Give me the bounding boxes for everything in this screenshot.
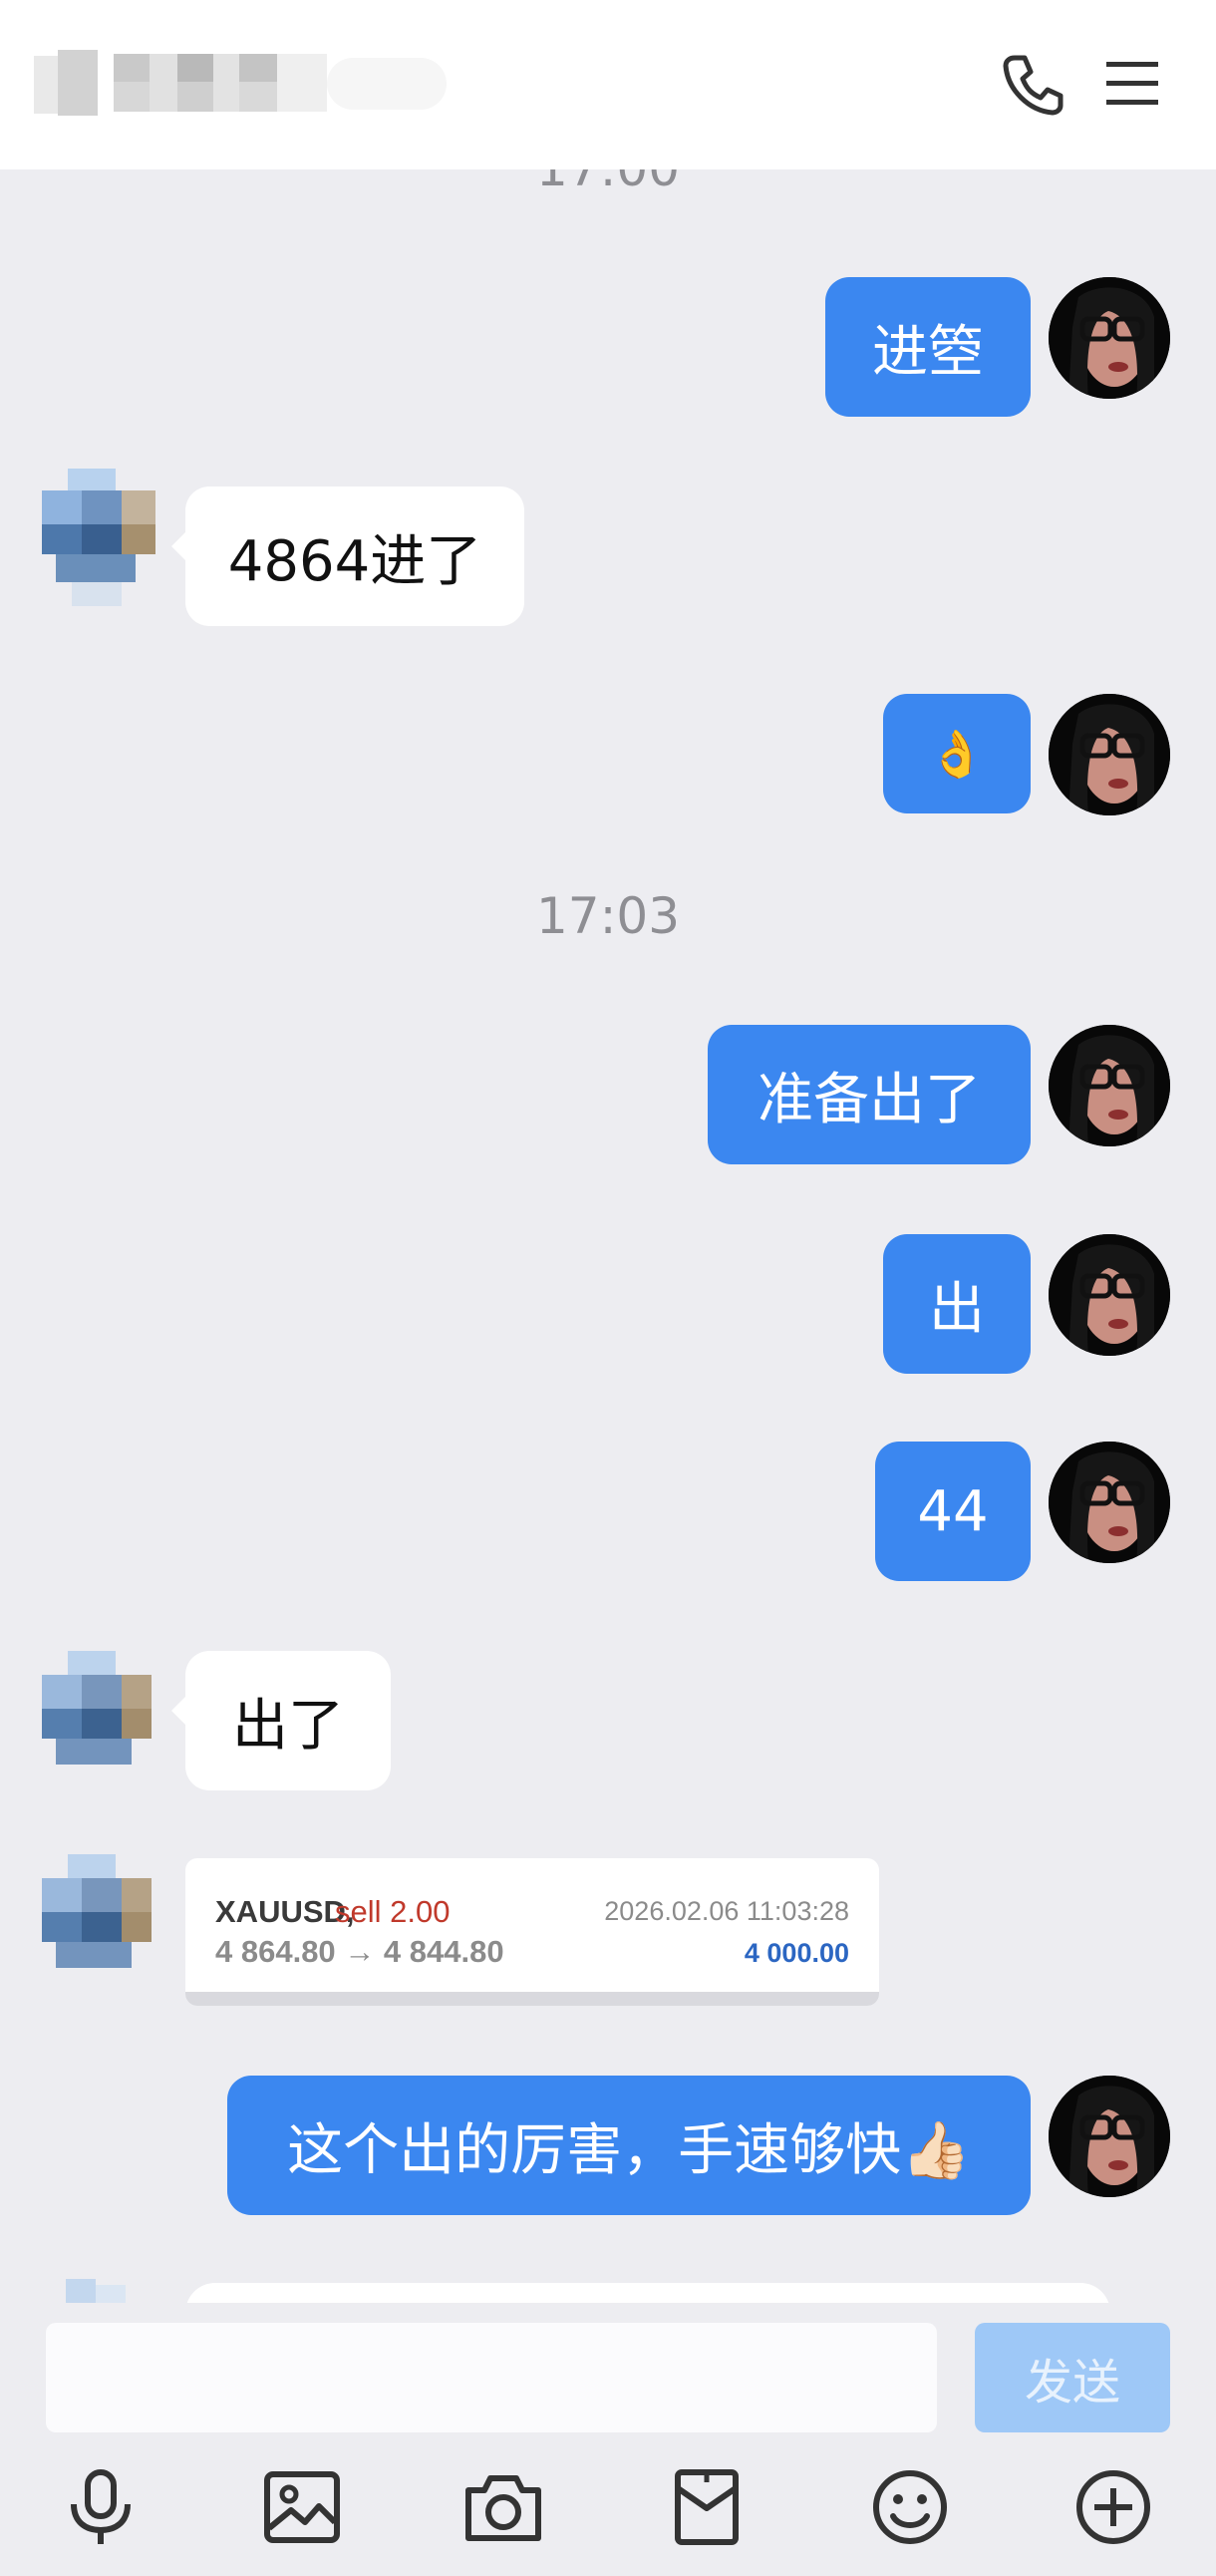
trade-side: sell 2.00 — [335, 1894, 451, 1929]
timestamp: 17:00 — [0, 169, 1216, 197]
emoji-icon[interactable] — [869, 2466, 951, 2548]
image-icon[interactable] — [261, 2466, 343, 2548]
hamburger-menu-icon[interactable] — [1104, 56, 1160, 112]
partial-message-card[interactable] — [185, 2283, 1110, 2303]
chat-header — [0, 0, 1216, 169]
incoming-message-bubble[interactable]: 4864进了 — [171, 486, 524, 626]
my-avatar[interactable] — [1049, 1442, 1170, 1563]
trade-profit: 4 000.00 — [744, 1938, 849, 1968]
my-avatar[interactable] — [1049, 2076, 1170, 2197]
contact-name-redacted — [34, 44, 462, 128]
red-packet-icon[interactable] — [666, 2466, 748, 2548]
phone-icon[interactable] — [1001, 52, 1066, 118]
outgoing-message-bubble[interactable]: 出 — [883, 1234, 1031, 1374]
my-avatar[interactable] — [1049, 1234, 1170, 1356]
contact-avatar[interactable] — [42, 1651, 171, 1800]
outgoing-message-bubble[interactable]: 进箜 — [825, 277, 1031, 417]
plus-icon[interactable] — [1072, 2466, 1154, 2548]
outgoing-message-bubble[interactable]: 44 — [875, 1442, 1031, 1581]
incoming-message-bubble[interactable]: 出了 — [171, 1651, 391, 1790]
trade-result-card[interactable]: XAUUSD, sell 2.00 4 864.80 → 4 844.80 20… — [185, 1858, 879, 2006]
composer-bar: 发送 — [0, 2303, 1216, 2576]
timestamp: 17:03 — [535, 887, 681, 945]
contact-avatar[interactable] — [42, 1854, 171, 2004]
message-input[interactable] — [46, 2323, 937, 2432]
trade-prices: 4 864.80 → 4 844.80 — [215, 1934, 504, 1969]
outgoing-message-bubble[interactable]: 这个出的厉害，手速够快👍🏻 — [227, 2076, 1031, 2215]
contact-avatar[interactable] — [56, 2273, 185, 2303]
send-button[interactable]: 发送 — [975, 2323, 1170, 2432]
my-avatar[interactable] — [1049, 277, 1170, 399]
chat-screen: 17:00 进箜 4864进了 👌 17:03 准备出了 — [0, 0, 1216, 2576]
trade-symbol: XAUUSD, — [215, 1894, 355, 1929]
microphone-icon[interactable] — [60, 2466, 142, 2548]
camera-icon[interactable] — [462, 2466, 544, 2548]
outgoing-message-bubble[interactable]: 准备出了 — [708, 1025, 1031, 1164]
contact-avatar[interactable] — [42, 469, 171, 618]
my-avatar[interactable] — [1049, 1025, 1170, 1146]
card-bottom-strip — [185, 1992, 879, 2006]
my-avatar[interactable] — [1049, 694, 1170, 815]
message-list[interactable]: 17:00 进箜 4864进了 👌 17:03 准备出了 — [0, 169, 1216, 2303]
trade-datetime: 2026.02.06 11:03:28 — [604, 1896, 849, 1926]
outgoing-message-bubble[interactable]: 👌 — [883, 694, 1031, 813]
